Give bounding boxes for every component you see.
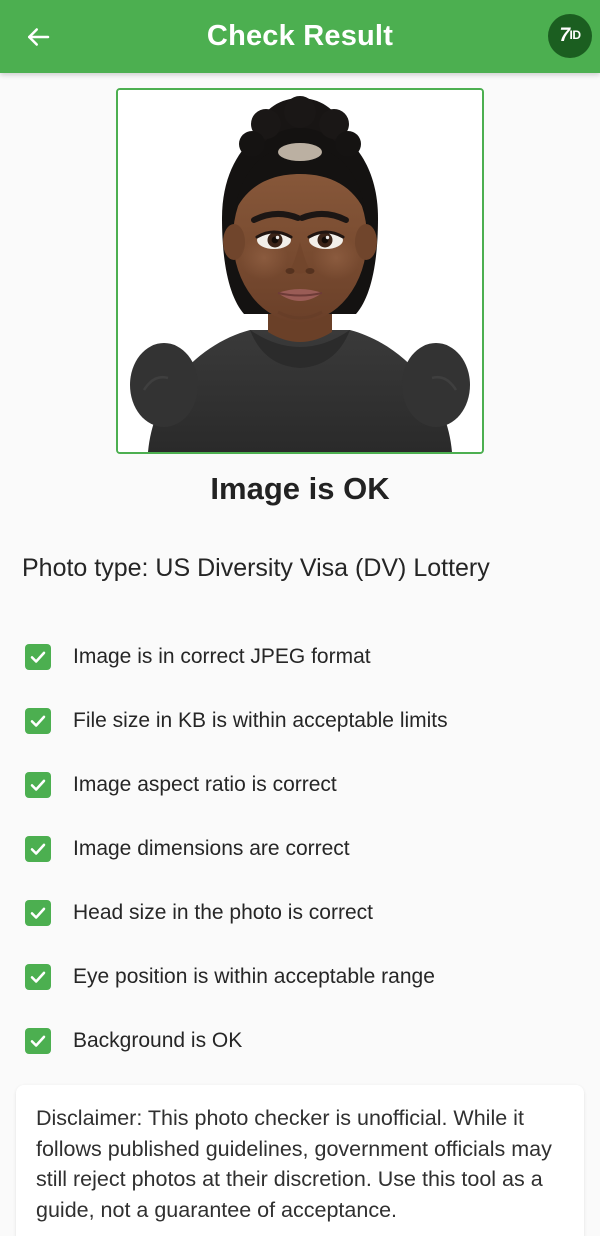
checklist-item-label: Eye position is within acceptable range [73,965,435,989]
app-bar: Check Result 7ID [0,0,600,73]
checklist-item: Image aspect ratio is correct [0,753,600,817]
checklist: Image is in correct JPEG format File siz… [0,625,600,1073]
checklist-item-label: File size in KB is within acceptable lim… [73,709,448,733]
checklist-item-label: Image dimensions are correct [73,837,350,861]
check-pass-icon [25,644,51,670]
page-title: Check Result [206,20,394,52]
check-pass-icon [25,964,51,990]
arrow-left-icon [23,22,53,52]
checklist-item-label: Image aspect ratio is correct [73,773,337,797]
checklist-item-label: Head size in the photo is correct [73,901,373,925]
check-pass-icon [25,772,51,798]
check-pass-icon [25,836,51,862]
disclaimer-text: Disclaimer: This photo checker is unoffi… [36,1106,552,1222]
checklist-item: File size in KB is within acceptable lim… [0,689,600,753]
checklist-item: Image dimensions are correct [0,817,600,881]
check-pass-icon [25,708,51,734]
photo-type-label: Photo type: US Diversity Visa (DV) Lotte… [22,554,490,582]
brand-logo-7id[interactable]: 7ID [548,14,592,58]
brand-logo-text: 7ID [559,24,582,46]
back-button[interactable] [6,5,70,69]
checklist-item: Eye position is within acceptable range [0,945,600,1009]
photo-preview-frame[interactable] [116,88,484,454]
brand-logo-numeral: 7 [559,24,570,46]
disclaimer-card: Disclaimer: This photo checker is unoffi… [16,1085,584,1236]
checklist-item: Background is OK [0,1009,600,1073]
check-pass-icon [25,1028,51,1054]
checklist-item-label: Image is in correct JPEG format [73,645,371,669]
result-content: Image is OK Photo type: US Diversity Vis… [0,73,600,1236]
checklist-item: Head size in the photo is correct [0,881,600,945]
check-pass-icon [25,900,51,926]
checklist-item-label: Background is OK [73,1029,243,1053]
brand-logo-suffix: ID [569,27,582,42]
result-verdict: Image is OK [210,471,390,506]
checklist-item: Image is in correct JPEG format [0,625,600,689]
portrait-photo [118,90,482,452]
